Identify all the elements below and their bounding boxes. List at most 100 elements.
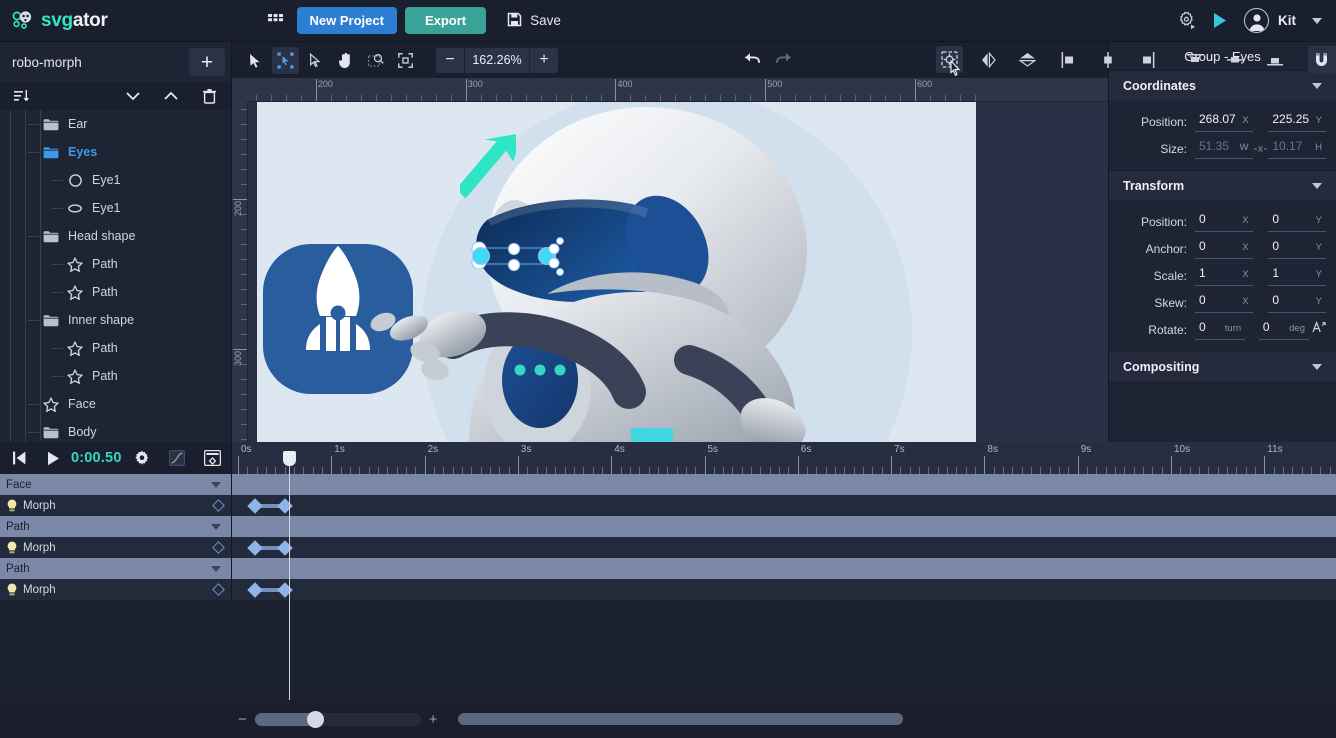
app-logo[interactable]: svgator bbox=[12, 10, 108, 32]
layer-item-face[interactable]: Face bbox=[0, 390, 231, 418]
timeline-track[interactable] bbox=[232, 579, 1336, 600]
transform-center-icon[interactable] bbox=[936, 46, 963, 77]
transform-x-input[interactable]: 0 X bbox=[1195, 239, 1253, 259]
timeline-property-row[interactable]: Morph bbox=[0, 495, 1336, 516]
playhead-knob[interactable] bbox=[283, 451, 296, 466]
keyframe[interactable] bbox=[276, 581, 293, 598]
layer-tree[interactable]: Ear Eyes Eye1 Eye1 Head shape Path Path Inner s… bbox=[0, 110, 231, 442]
transform-x-input[interactable]: 0 X bbox=[1195, 212, 1253, 232]
position-y-input[interactable]: 225.25 Y bbox=[1268, 112, 1326, 132]
delete-layer-icon[interactable] bbox=[197, 84, 221, 108]
current-time[interactable]: 0:00.50 bbox=[71, 450, 122, 466]
timeline-group-row[interactable]: Path bbox=[0, 516, 1336, 537]
save-button[interactable]: Save bbox=[500, 7, 568, 34]
undo-icon[interactable] bbox=[744, 51, 762, 70]
easing-curve-icon[interactable] bbox=[164, 445, 190, 471]
hand-tool[interactable] bbox=[332, 47, 359, 74]
sort-layers-icon[interactable] bbox=[10, 84, 34, 108]
align-center-h-icon[interactable] bbox=[1094, 46, 1121, 73]
layer-item-path[interactable]: Path bbox=[0, 362, 231, 390]
keyframe-options-icon[interactable] bbox=[200, 445, 226, 471]
layer-item-eye1[interactable]: Eye1 bbox=[0, 194, 231, 222]
layer-item-eye1[interactable]: Eye1 bbox=[0, 166, 231, 194]
timeline-group-row[interactable]: Face bbox=[0, 474, 1336, 495]
timeline-zoom-track[interactable] bbox=[254, 710, 421, 728]
chevron-down-icon[interactable] bbox=[211, 523, 221, 530]
collapse-up-icon[interactable] bbox=[159, 84, 183, 108]
flip-vertical-icon[interactable] bbox=[1014, 46, 1041, 73]
add-keyframe-button[interactable] bbox=[212, 583, 225, 596]
zoom-tool[interactable] bbox=[362, 47, 389, 74]
transform-x-input[interactable]: 1 X bbox=[1195, 266, 1253, 286]
align-middle-v-icon[interactable] bbox=[1221, 46, 1248, 73]
chevron-down-icon[interactable] bbox=[211, 565, 221, 572]
add-keyframe-button[interactable] bbox=[212, 499, 225, 512]
fit-to-screen-tool[interactable] bbox=[392, 47, 419, 74]
chevron-down-icon[interactable] bbox=[1312, 82, 1322, 89]
apps-grid-button[interactable] bbox=[263, 8, 289, 34]
timeline-property-row[interactable]: Morph bbox=[0, 537, 1336, 558]
transform-y-input[interactable]: 0 Y bbox=[1268, 293, 1326, 313]
select-tool[interactable] bbox=[242, 47, 269, 74]
timeline-track[interactable] bbox=[232, 558, 1336, 579]
canvas-stage[interactable] bbox=[248, 102, 1108, 442]
timeline-track[interactable] bbox=[232, 474, 1336, 495]
layer-item-inner-shape[interactable]: Inner shape bbox=[0, 306, 231, 334]
keyframe[interactable] bbox=[247, 539, 263, 556]
skip-to-start-icon[interactable] bbox=[6, 445, 32, 471]
lightbulb-icon[interactable] bbox=[6, 583, 19, 596]
timeline-track[interactable] bbox=[232, 516, 1336, 537]
flip-horizontal-icon[interactable] bbox=[975, 46, 1002, 73]
timeline-track[interactable] bbox=[232, 495, 1336, 516]
timeline-group-row[interactable]: Path bbox=[0, 558, 1336, 579]
keyframe[interactable] bbox=[276, 539, 293, 556]
chevron-down-icon[interactable] bbox=[1312, 182, 1322, 189]
link-ratio-icon[interactable] bbox=[1253, 144, 1269, 154]
align-left-icon[interactable] bbox=[1054, 46, 1081, 73]
timeline-zoom-in[interactable]: + bbox=[429, 712, 438, 727]
node-edit-tool[interactable] bbox=[272, 46, 299, 74]
direct-select-tool[interactable] bbox=[302, 47, 329, 74]
add-keyframe-button[interactable] bbox=[212, 541, 225, 554]
keyframe[interactable] bbox=[247, 497, 263, 514]
timeline-zoom-out[interactable]: − bbox=[238, 712, 247, 727]
lightbulb-icon[interactable] bbox=[6, 541, 19, 554]
horizontal-ruler[interactable]: 200 300 400 500 600 bbox=[232, 78, 1108, 102]
rotate-direction-icon[interactable] bbox=[1312, 320, 1326, 339]
layer-item-body[interactable]: Body bbox=[0, 418, 231, 442]
timeline-property-row[interactable]: Morph bbox=[0, 579, 1336, 600]
layer-item-path[interactable]: Path bbox=[0, 278, 231, 306]
lightbulb-icon[interactable] bbox=[6, 499, 19, 512]
transform-y-input[interactable]: 0 Y bbox=[1268, 212, 1326, 232]
timeline-zoom-knob[interactable] bbox=[306, 710, 324, 728]
layer-item-head-shape[interactable]: Head shape bbox=[0, 222, 231, 250]
position-x-input[interactable]: 268.07 X bbox=[1195, 112, 1253, 132]
align-top-icon[interactable] bbox=[1181, 46, 1208, 73]
keyframe[interactable] bbox=[276, 497, 293, 514]
user-account[interactable]: Kit bbox=[1244, 8, 1296, 33]
layer-item-ear[interactable]: Ear bbox=[0, 110, 231, 138]
vertical-ruler[interactable]: 200 300 bbox=[232, 102, 248, 442]
timeline-rows[interactable]: Face Morph Path Morph Path Morph bbox=[0, 474, 1336, 700]
add-layer-button[interactable]: + bbox=[189, 48, 225, 76]
align-right-icon[interactable] bbox=[1134, 46, 1161, 73]
section-coordinates[interactable]: Coordinates bbox=[1109, 70, 1336, 100]
magnet-snap-icon[interactable] bbox=[1308, 46, 1335, 73]
timeline-track[interactable] bbox=[232, 537, 1336, 558]
layer-item-path[interactable]: Path bbox=[0, 250, 231, 278]
animation-settings-icon[interactable] bbox=[1178, 11, 1197, 30]
zoom-out-button[interactable]: − bbox=[436, 48, 464, 73]
layer-item-path[interactable]: Path bbox=[0, 334, 231, 362]
transform-x-input[interactable]: 0 X bbox=[1195, 293, 1253, 313]
play-icon[interactable] bbox=[40, 445, 66, 471]
timeline-horizontal-scrollbar[interactable] bbox=[457, 713, 903, 725]
keyframe[interactable] bbox=[247, 581, 263, 598]
zoom-in-button[interactable]: + bbox=[530, 48, 558, 73]
timeline-ruler[interactable]: 0s 1s 2s 3s 4s 5s 6s 7s 8s 9s 10s 11s bbox=[232, 442, 1336, 474]
chevron-down-icon[interactable] bbox=[1312, 17, 1322, 24]
collapse-down-icon[interactable] bbox=[121, 84, 145, 108]
transform-y-input[interactable]: 0 deg bbox=[1258, 320, 1309, 340]
transform-y-input[interactable]: 1 Y bbox=[1268, 266, 1326, 286]
artboard[interactable] bbox=[257, 102, 976, 442]
size-h-input[interactable]: 10.17 H bbox=[1268, 139, 1326, 159]
